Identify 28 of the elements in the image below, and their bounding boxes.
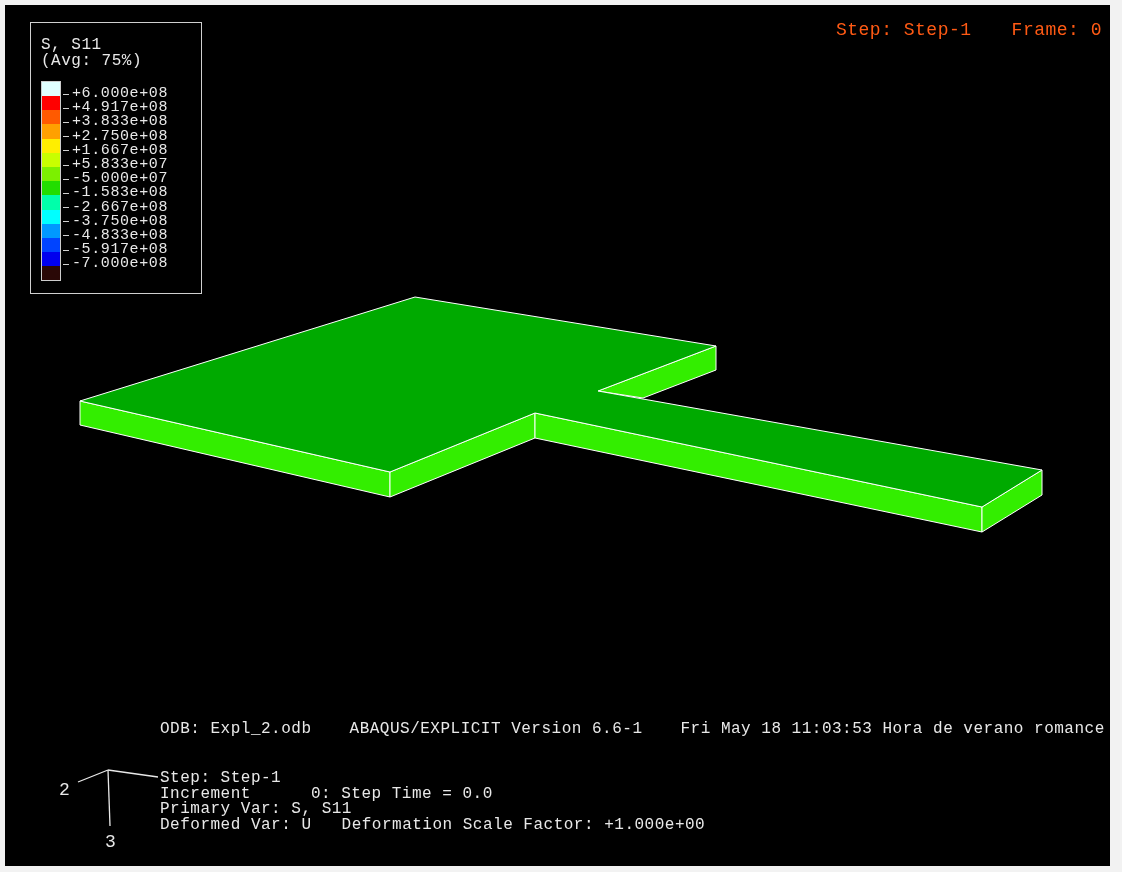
legend-label: -5.000e+07 — [72, 172, 168, 187]
deformed-var-text: Deformed Var: U — [160, 817, 312, 833]
step-info-text: Step: Step-1 — [160, 771, 282, 787]
scale-factor-text: Deformation Scale Factor: +1.000e+00 — [341, 817, 706, 833]
increment-label: Increment — [160, 786, 251, 802]
frame-label: Frame: 0 — [1011, 19, 1102, 42]
odb-file-label: ODB: Expl_2.odb — [160, 719, 312, 740]
legend-label: -3.750e+08 — [72, 214, 168, 229]
axis-triad-icon — [77, 769, 159, 827]
version-label: ABAQUS/EXPLICIT Version 6.6-1 — [349, 719, 643, 740]
legend-title: S, S11 — [41, 37, 102, 53]
step-label: Step: Step-1 — [835, 19, 972, 42]
legend-label: -4.833e+08 — [72, 228, 168, 243]
legend-label: -5.917e+08 — [72, 243, 168, 258]
legend-label: +1.667e+08 — [72, 143, 168, 158]
legend-label: +4.917e+08 — [72, 101, 168, 116]
legend-label: -2.667e+08 — [72, 200, 168, 215]
legend-subtitle: (Avg: 75%) — [41, 53, 143, 69]
legend-label: +6.000e+08 — [72, 87, 168, 102]
increment-value: 0: Step Time = 0.0 — [310, 786, 493, 802]
legend-label: +5.833e+07 — [72, 158, 168, 173]
axis-label: 2 — [59, 779, 71, 802]
axis-label: 3 — [105, 831, 117, 854]
legend-label: +2.750e+08 — [72, 129, 168, 144]
date-label: Fri May 18 11:03:53 Hora de verano romance — [680, 719, 1105, 740]
legend-label: -1.583e+08 — [72, 186, 168, 201]
legend-label: -7.000e+08 — [72, 257, 168, 272]
legend-label: +3.833e+08 — [72, 115, 168, 130]
